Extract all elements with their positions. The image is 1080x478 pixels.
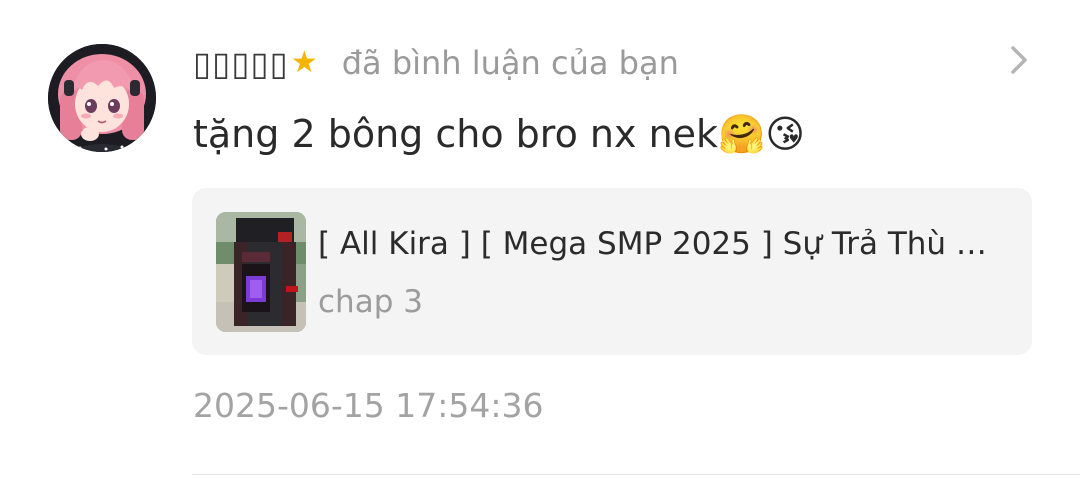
star-icon: ★ [290, 45, 318, 80]
user-name[interactable]: ▯▯▯▯▯ [193, 44, 289, 83]
action-text: đã bình luận của bạn [341, 44, 679, 82]
linked-item-card[interactable]: [ All Kira ] [ Mega SMP 2025 ] Sự Trả Th… [192, 188, 1032, 355]
linked-item-title[interactable]: [ All Kira ] [ Mega SMP 2025 ] Sự Trả Th… [318, 226, 1008, 262]
avatar[interactable] [48, 44, 156, 152]
notification-header: ▯▯▯▯▯ ★ đã bình luận của bạn [193, 40, 679, 86]
linked-item-subtitle: chap 3 [318, 284, 423, 320]
timestamp: 2025-06-15 17:54:36 [193, 386, 544, 425]
divider [192, 474, 1080, 475]
comment-notification[interactable]: ▯▯▯▯▯ ★ đã bình luận của bạn tặng 2 bông… [0, 0, 1080, 478]
chevron-right-icon[interactable] [1006, 45, 1032, 75]
story-thumbnail[interactable] [216, 212, 306, 332]
comment-text: tặng 2 bông cho bro nx nek🤗😘 [193, 112, 805, 156]
